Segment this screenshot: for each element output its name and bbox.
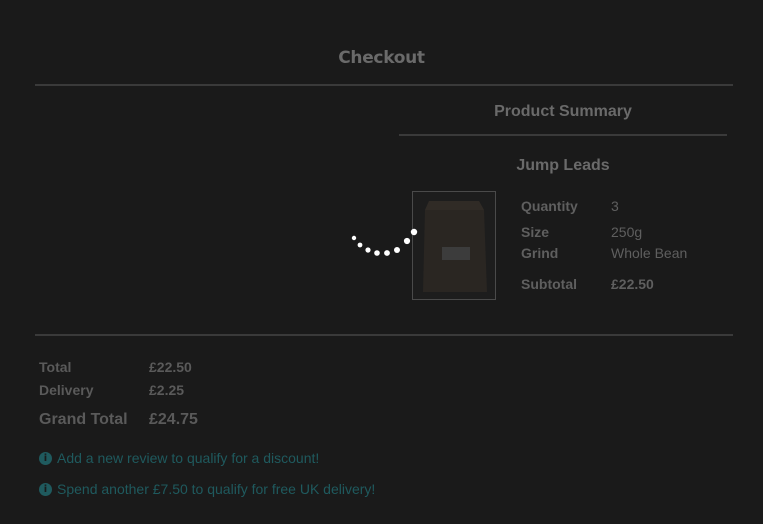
grind-label: Grind: [521, 245, 559, 261]
quantity-label: Quantity: [521, 198, 578, 214]
delivery-label: Delivery: [39, 382, 94, 398]
page-title: Checkout: [338, 48, 425, 68]
notice-text[interactable]: Add a new review to qualify for a discou…: [57, 450, 319, 466]
size-value: 250g: [611, 224, 643, 240]
grind-value: Whole Bean: [611, 245, 688, 261]
summary-bottom-divider: [35, 334, 733, 336]
total-value: £22.50: [149, 359, 192, 375]
grand-total-value: £24.75: [149, 411, 198, 428]
size-label: Size: [521, 224, 550, 240]
info-icon: i: [39, 451, 52, 465]
free-delivery-notice[interactable]: i Spend another £7.50 to qualify for fre…: [39, 481, 375, 497]
grand-total-label: Grand Total: [39, 411, 128, 428]
product-summary-heading: Product Summary: [494, 103, 632, 120]
review-discount-notice[interactable]: i Add a new review to qualify for a disc…: [39, 450, 319, 466]
title-divider: [35, 84, 733, 86]
product-name: Jump Leads: [516, 157, 610, 174]
checkout-page: Checkout Product Summary Jump Leads Quan…: [0, 0, 763, 524]
notice-text[interactable]: Spend another £7.50 to qualify for free …: [57, 481, 375, 497]
product-image: [412, 191, 496, 300]
delivery-value: £2.25: [149, 382, 185, 398]
loading-spinner-icon: [351, 228, 418, 256]
total-label: Total: [39, 359, 72, 375]
info-icon: i: [39, 482, 52, 496]
subtotal-label: Subtotal: [521, 276, 577, 292]
subtotal-value: £22.50: [611, 276, 654, 292]
summary-divider: [399, 134, 727, 136]
quantity-value: 3: [611, 198, 619, 214]
